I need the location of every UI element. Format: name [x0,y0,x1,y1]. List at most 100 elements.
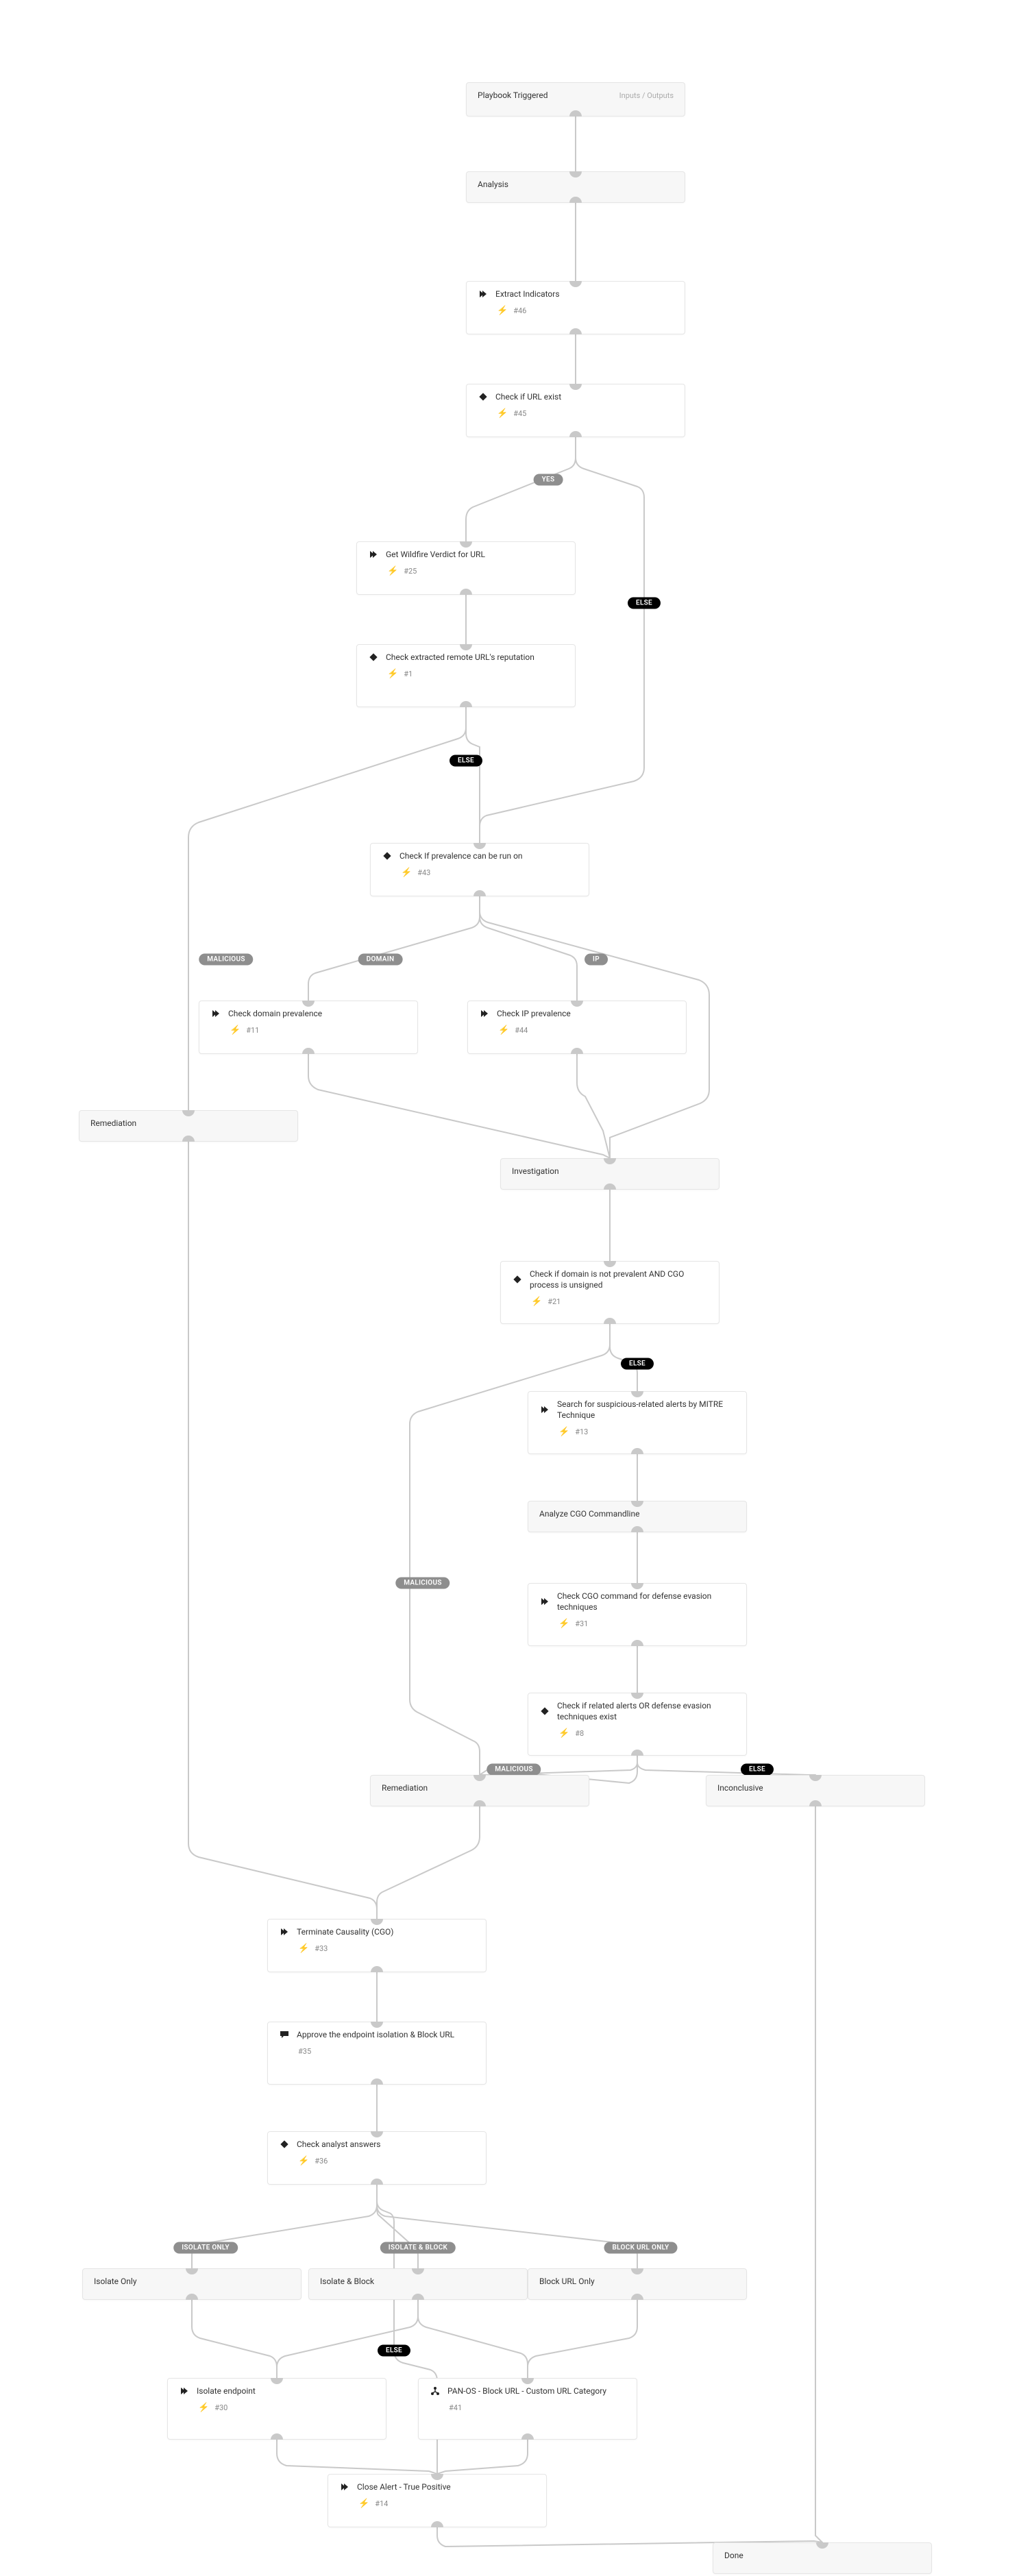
task-id: #43 [417,868,430,877]
task-id: #46 [513,306,526,315]
section-isolate-block[interactable]: Isolate & Block [308,2268,528,2300]
bolt-icon: ⚡ [498,1026,509,1035]
task-title: Close Alert - True Positive [357,2481,535,2492]
section-label: Remediation [382,1782,578,1793]
diamond-icon [279,2139,290,2150]
task-extract-indicators[interactable]: Extract Indicators ⚡#46 [466,281,685,334]
section-analyze-cmd[interactable]: Analyze CGO Commandline [528,1501,747,1532]
task-title: Check analyst answers [297,2139,475,2150]
bolt-icon: ⚡ [230,1026,241,1035]
task-title: Check domain prevalence [228,1008,406,1019]
task-panos-block-url[interactable]: PAN-OS - Block URL - Custom URL Category… [418,2378,637,2440]
section-label: Isolate & Block [320,2276,516,2287]
chevron-icon [479,1008,490,1019]
task-check-url-reputation[interactable]: Check extracted remote URL's reputation … [356,644,576,707]
bolt-icon: ⚡ [497,409,508,418]
task-wildfire-verdict[interactable]: Get Wildfire Verdict for URL ⚡ #25 [356,541,576,595]
branch-pill-else-1: ELSE [628,598,661,609]
task-title: Terminate Causality (CGO) [297,1926,475,1937]
chevron-icon [210,1008,221,1019]
task-title: Approve the endpoint isolation & Block U… [297,2029,475,2040]
task-id: #1 [404,670,413,678]
branch-pill-else-3: ELSE [621,1358,654,1370]
section-remediation-2[interactable]: Remediation [370,1775,589,1806]
task-check-url-exist[interactable]: Check if URL exist ⚡#45 [466,384,685,437]
bolt-icon: ⚡ [298,1944,309,1953]
branch-pill-malicious-2: MALICIOUS [395,1578,450,1589]
task-id: #13 [575,1427,588,1436]
chevron-icon [368,549,379,560]
task-isolate-endpoint[interactable]: Isolate endpoint ⚡#30 [167,2378,386,2440]
section-inconclusive[interactable]: Inconclusive [706,1775,925,1806]
branch-pill-else-5: ELSE [378,2345,410,2357]
bolt-icon: ⚡ [387,670,398,678]
branch-pill-else-4: ELSE [741,1764,774,1776]
task-id: #30 [214,2403,227,2412]
diamond-icon [478,391,489,402]
bolt-icon: ⚡ [558,1619,569,1628]
section-done[interactable]: Done [713,2542,932,2574]
task-ip-prevalence[interactable]: Check IP prevalence ⚡#44 [467,1001,687,1054]
branch-pill-block-only: BLOCK URL ONLY [604,2242,678,2254]
bolt-icon: ⚡ [558,1729,569,1738]
task-title: Check extracted remote URL's reputation [386,652,564,663]
task-approve-isolation[interactable]: Approve the endpoint isolation & Block U… [267,2022,487,2085]
bolt-icon: ⚡ [198,2403,209,2412]
section-label: Remediation [90,1118,286,1129]
section-investigation[interactable]: Investigation [500,1158,719,1190]
branch-pill-else-2: ELSE [450,755,482,767]
task-id: #44 [515,1026,528,1035]
section-label: Isolate Only [94,2276,290,2287]
bolt-icon: ⚡ [497,306,508,315]
section-label: Block URL Only [539,2276,735,2287]
diamond-icon [539,1706,550,1717]
task-title: PAN-OS - Block URL - Custom URL Category [447,2385,626,2396]
task-close-true-positive[interactable]: Close Alert - True Positive ⚡ #14 [328,2474,547,2527]
bolt-icon: ⚡ [558,1427,569,1436]
tree-icon [430,2385,441,2396]
task-title: Check if related alerts OR defense evasi… [557,1700,735,1722]
task-id: #31 [575,1619,588,1628]
task-terminate-causality[interactable]: Terminate Causality (CGO) ⚡ #33 [267,1919,487,1972]
playbook-flow-canvas: YES ELSE ELSE MALICIOUS DOMAIN IP ELSE M… [0,0,1021,2576]
diamond-icon [368,652,379,663]
chat-icon [279,2029,290,2040]
task-title: Check if domain is not prevalent AND CGO… [530,1268,708,1290]
task-id: #35 [298,2047,311,2056]
task-id: #21 [548,1297,561,1306]
branch-pill-malicious-3: MALICIOUS [487,1764,541,1776]
task-domain-not-prevalent[interactable]: Check if domain is not prevalent AND CGO… [500,1261,719,1324]
task-id: #36 [315,2157,328,2166]
task-id: #41 [449,2403,462,2412]
bolt-icon: ⚡ [401,868,412,877]
task-check-related-alerts[interactable]: Check if related alerts OR defense evasi… [528,1693,747,1756]
task-check-prevalence[interactable]: Check If prevalence can be run on ⚡ #43 [370,843,589,896]
section-remediation-1[interactable]: Remediation [79,1110,298,1142]
diamond-icon [382,850,393,861]
branch-pill-domain: DOMAIN [358,954,403,966]
chevron-icon [179,2385,190,2396]
bolt-icon: ⚡ [531,1297,542,1306]
section-label: Analyze CGO Commandline [539,1508,735,1519]
chevron-icon [478,289,489,299]
task-title: Check if URL exist [495,391,674,402]
task-title: Get Wildfire Verdict for URL [386,549,564,560]
start-io-link[interactable]: Inputs / Outputs [619,91,674,100]
task-check-analyst-answers[interactable]: Check analyst answers ⚡ #36 [267,2131,487,2185]
task-id: #14 [375,2499,388,2508]
task-check-evasion[interactable]: Check CGO command for defense evasion te… [528,1583,747,1646]
bolt-icon: ⚡ [358,2499,369,2508]
start-node[interactable]: Playbook Triggered Inputs / Outputs [466,82,685,116]
task-domain-prevalence[interactable]: Check domain prevalence ⚡#11 [199,1001,418,1054]
bolt-icon: ⚡ [298,2157,309,2166]
section-isolate-only[interactable]: Isolate Only [82,2268,302,2300]
task-title: Check If prevalence can be run on [399,850,578,861]
task-search-mitre[interactable]: Search for suspicious-related alerts by … [528,1391,747,1454]
bolt-icon: ⚡ [387,567,398,576]
section-analysis[interactable]: Analysis [466,171,685,203]
chevron-icon [539,1404,550,1415]
section-label: Analysis [478,179,674,190]
task-id: #33 [315,1944,328,1953]
section-block-url-only[interactable]: Block URL Only [528,2268,747,2300]
task-id: #25 [404,567,417,576]
